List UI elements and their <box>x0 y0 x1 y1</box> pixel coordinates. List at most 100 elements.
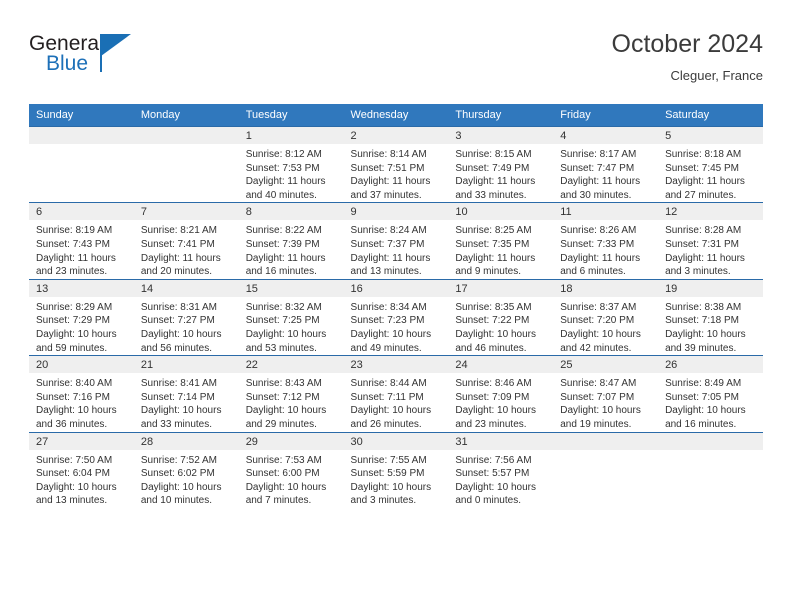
calendar-day-cell[interactable]: 6 Sunrise: 8:19 AM Sunset: 7:43 PM Daylight… <box>29 202 134 280</box>
daylight-duration: Daylight: 11 hours and 37 minutes. <box>350 176 431 201</box>
calendar-day-cell[interactable]: 7 Sunrise: 8:21 AM Sunset: 7:41 PM Daylight… <box>133 202 239 280</box>
sunrise-time: Sunrise: 7:55 AM <box>350 454 427 466</box>
day-number: 2 <box>343 127 449 144</box>
sunset-time: Sunset: 7:18 PM <box>665 315 739 327</box>
calendar-day-cell[interactable]: 16 Sunrise: 8:34 AM Sunset: 7:23 PM Dayligh… <box>343 278 449 356</box>
day-details: Sunrise: 8:28 AM Sunset: 7:31 PM Daylight:… <box>658 220 763 278</box>
sunrise-time: Sunrise: 8:44 AM <box>350 378 427 390</box>
calendar-day-cell[interactable]: 9 Sunrise: 8:24 AM Sunset: 7:37 PM Daylight… <box>343 202 449 280</box>
calendar-day-cell[interactable]: 24 Sunrise: 8:46 AM Sunset: 7:09 PM Dayligh… <box>448 355 554 432</box>
sunset-time: Sunset: 7:16 PM <box>36 391 110 403</box>
sunrise-time: Sunrise: 7:56 AM <box>455 454 532 466</box>
day-number: 18 <box>553 279 659 297</box>
sunset-time: Sunset: 6:04 PM <box>36 468 110 480</box>
calendar-day-cell-empty <box>133 125 239 203</box>
day-details: Sunrise: 7:52 AM Sunset: 6:02 PM Daylight:… <box>134 450 239 508</box>
calendar-day-cell[interactable]: 2 Sunrise: 8:14 AM Sunset: 7:51 PM Daylight… <box>343 125 449 203</box>
calendar-day-cell[interactable]: 20 Sunrise: 8:40 AM Sunset: 7:16 PM Dayligh… <box>29 355 134 432</box>
calendar-day-cell[interactable]: 3 Sunrise: 8:15 AM Sunset: 7:49 PM Daylight… <box>448 125 554 203</box>
day-details: Sunrise: 7:50 AM Sunset: 6:04 PM Daylight:… <box>29 450 134 508</box>
weekday-header-row: Sunday Monday Tuesday Wednesday Thursday… <box>29 104 763 127</box>
daylight-duration: Daylight: 10 hours and 59 minutes. <box>36 328 117 354</box>
calendar-day-cell[interactable]: 13 Sunrise: 8:29 AM Sunset: 7:29 PM Dayligh… <box>29 278 134 356</box>
day-details: Sunrise: 8:18 AM Sunset: 7:45 PM Daylight:… <box>658 144 763 202</box>
day-number: 9 <box>343 203 449 221</box>
calendar-day-cell[interactable]: 21 Sunrise: 8:41 AM Sunset: 7:14 PM Dayligh… <box>133 355 239 432</box>
sunrise-time: Sunrise: 7:52 AM <box>140 454 217 466</box>
calendar-day-cell[interactable]: 31 Sunrise: 7:56 AM Sunset: 5:57 PM Dayligh… <box>448 431 554 508</box>
sunset-time: Sunset: 7:22 PM <box>455 315 530 327</box>
daylight-duration: Daylight: 11 hours and 20 minutes. <box>140 252 221 278</box>
calendar-day-cell[interactable]: 10 Sunrise: 8:25 AM Sunset: 7:35 PM Dayligh… <box>448 202 554 280</box>
sunrise-time: Sunrise: 8:29 AM <box>36 301 113 313</box>
daylight-duration: Daylight: 10 hours and 33 minutes. <box>140 405 222 430</box>
calendar-day-cell[interactable]: 25 Sunrise: 8:47 AM Sunset: 7:07 PM Dayligh… <box>553 355 659 432</box>
calendar-header-row: Sunday Monday Tuesday Wednesday Thursday… <box>29 104 763 127</box>
daylight-duration: Daylight: 10 hours and 39 minutes. <box>665 328 746 354</box>
day-number: 25 <box>553 356 659 374</box>
calendar-day-cell[interactable]: 29 Sunrise: 7:53 AM Sunset: 6:00 PM Dayligh… <box>238 431 344 508</box>
sunset-time: Sunset: 7:49 PM <box>455 162 530 174</box>
day-number: 20 <box>29 356 134 374</box>
daylight-duration: Daylight: 10 hours and 3 minutes. <box>350 481 432 507</box>
calendar-day-cell[interactable]: 26 Sunrise: 8:49 AM Sunset: 7:05 PM Dayligh… <box>658 355 763 432</box>
sunrise-time: Sunrise: 8:15 AM <box>455 149 532 160</box>
sunrise-time: Sunrise: 8:41 AM <box>140 378 217 390</box>
calendar-day-cell[interactable]: 14 Sunrise: 8:31 AM Sunset: 7:27 PM Dayligh… <box>133 278 239 356</box>
day-number: 28 <box>133 432 239 450</box>
weekday-header-tuesday: Tuesday <box>238 104 344 127</box>
weekday-header-sunday: Sunday <box>29 104 134 127</box>
sunset-time: Sunset: 7:53 PM <box>245 162 320 174</box>
day-number: 17 <box>448 279 554 297</box>
day-details: Sunrise: 7:56 AM Sunset: 5:57 PM Daylight:… <box>448 450 553 508</box>
daylight-duration: Daylight: 10 hours and 10 minutes. <box>140 481 222 507</box>
day-details: Sunrise: 8:24 AM Sunset: 7:37 PM Daylight:… <box>344 220 449 278</box>
calendar-day-cell[interactable]: 1 Sunrise: 8:12 AM Sunset: 7:53 PM Daylight… <box>238 125 344 203</box>
calendar-day-cell[interactable]: 4 Sunrise: 8:17 AM Sunset: 7:47 PM Daylight… <box>553 125 659 203</box>
day-number: 4 <box>553 127 659 144</box>
day-number: 29 <box>238 432 344 450</box>
daylight-duration: Daylight: 10 hours and 16 minutes. <box>665 405 746 430</box>
calendar-day-cell[interactable]: 11 Sunrise: 8:26 AM Sunset: 7:33 PM Dayligh… <box>553 202 659 280</box>
calendar-day-cell[interactable]: 5 Sunrise: 8:18 AM Sunset: 7:45 PM Daylight… <box>658 125 763 203</box>
calendar-day-cell[interactable]: 28 Sunrise: 7:52 AM Sunset: 6:02 PM Dayligh… <box>133 431 239 508</box>
calendar-day-cell[interactable]: 22 Sunrise: 8:43 AM Sunset: 7:12 PM Dayligh… <box>238 355 344 432</box>
daylight-duration: Daylight: 10 hours and 56 minutes. <box>140 328 222 354</box>
calendar-day-cell[interactable]: 18 Sunrise: 8:37 AM Sunset: 7:20 PM Dayligh… <box>553 278 659 356</box>
sunset-time: Sunset: 7:41 PM <box>140 238 215 250</box>
sunrise-time: Sunrise: 8:34 AM <box>350 301 427 313</box>
triangle-flag-icon <box>101 34 131 56</box>
calendar-body: 1 Sunrise: 8:12 AM Sunset: 7:53 PM Daylight… <box>29 125 763 508</box>
general-blue-logo[interactable]: General Blue <box>29 32 149 88</box>
calendar-week-row: 1 Sunrise: 8:12 AM Sunset: 7:53 PM Daylight… <box>29 125 763 203</box>
daylight-duration: Daylight: 11 hours and 23 minutes. <box>36 252 116 278</box>
day-details: Sunrise: 8:32 AM Sunset: 7:25 PM Daylight:… <box>239 297 344 355</box>
day-number <box>553 432 659 450</box>
sunset-time: Sunset: 7:07 PM <box>560 391 635 403</box>
calendar-day-cell[interactable]: 30 Sunrise: 7:55 AM Sunset: 5:59 PM Dayligh… <box>343 431 449 508</box>
calendar-day-cell[interactable]: 8 Sunrise: 8:22 AM Sunset: 7:39 PM Daylight… <box>238 202 344 280</box>
day-number: 8 <box>238 203 344 221</box>
sunset-time: Sunset: 6:02 PM <box>140 468 215 480</box>
sunset-time: Sunset: 7:27 PM <box>140 315 215 327</box>
day-number: 7 <box>133 203 239 221</box>
calendar-day-cell[interactable]: 19 Sunrise: 8:38 AM Sunset: 7:18 PM Dayligh… <box>658 278 763 356</box>
calendar-day-cell[interactable]: 17 Sunrise: 8:35 AM Sunset: 7:22 PM Dayligh… <box>448 278 554 356</box>
day-number: 14 <box>133 279 239 297</box>
calendar-day-cell[interactable]: 23 Sunrise: 8:44 AM Sunset: 7:11 PM Dayligh… <box>343 355 449 432</box>
day-number: 23 <box>343 356 449 374</box>
daylight-duration: Daylight: 11 hours and 40 minutes. <box>245 176 326 201</box>
weekday-header-monday: Monday <box>133 104 239 127</box>
sunrise-time: Sunrise: 8:31 AM <box>140 301 217 313</box>
sunrise-time: Sunrise: 8:18 AM <box>665 149 742 160</box>
calendar-day-cell[interactable]: 27 Sunrise: 7:50 AM Sunset: 6:04 PM Dayligh… <box>29 431 134 508</box>
sunrise-time: Sunrise: 8:22 AM <box>245 225 322 237</box>
sunset-time: Sunset: 7:11 PM <box>350 391 424 403</box>
calendar-day-cell[interactable]: 15 Sunrise: 8:32 AM Sunset: 7:25 PM Dayligh… <box>238 278 344 356</box>
day-number <box>29 127 134 144</box>
day-number: 1 <box>238 127 344 144</box>
sunset-time: Sunset: 5:59 PM <box>350 468 425 480</box>
daylight-duration: Daylight: 10 hours and 19 minutes. <box>560 405 641 430</box>
calendar-day-cell[interactable]: 12 Sunrise: 8:28 AM Sunset: 7:31 PM Dayligh… <box>658 202 763 280</box>
day-number: 6 <box>29 203 134 221</box>
